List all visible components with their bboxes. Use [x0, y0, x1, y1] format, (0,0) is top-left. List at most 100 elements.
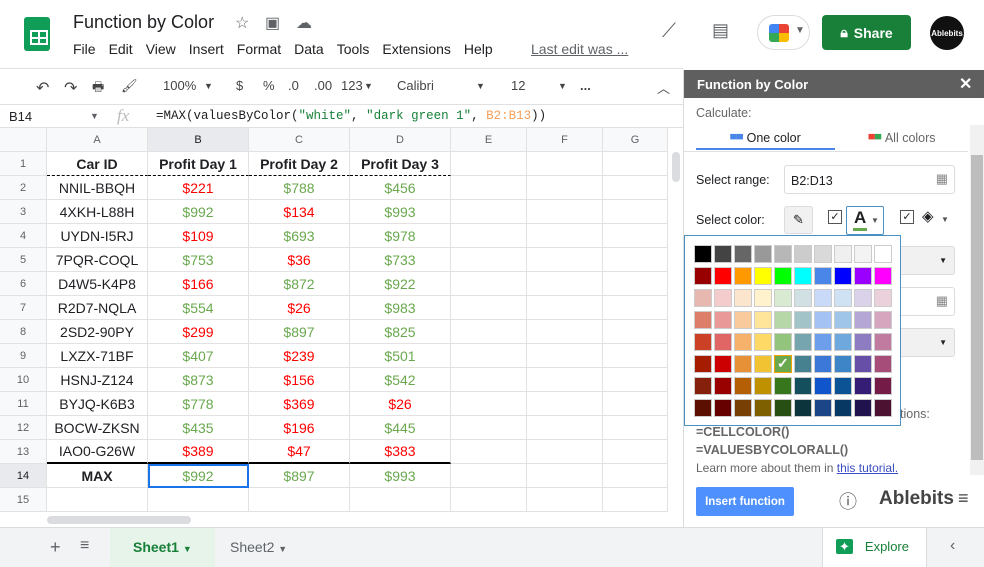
tutorial-link[interactable]: this tutorial. — [837, 461, 898, 475]
column-header-F[interactable]: F — [527, 128, 603, 152]
table-cell[interactable]: $788 — [249, 176, 350, 200]
color-swatch[interactable] — [774, 311, 792, 329]
table-cell[interactable]: $156 — [249, 368, 350, 392]
color-swatch[interactable] — [814, 333, 832, 351]
cell[interactable] — [603, 368, 668, 392]
star-icon[interactable]: ☆ — [235, 13, 249, 33]
table-cell[interactable]: 4XKH-L88H — [47, 200, 148, 224]
tab-one-color[interactable]: ▀▀ One color — [696, 124, 835, 150]
color-swatch[interactable] — [834, 355, 852, 373]
comment-icon[interactable]: ▤ — [712, 20, 729, 41]
color-swatch[interactable] — [874, 377, 892, 395]
grid-select-icon[interactable]: ▦ — [936, 293, 948, 309]
color-swatch[interactable] — [854, 333, 872, 351]
cell[interactable] — [527, 488, 603, 512]
header-cell[interactable]: Profit Day 3 — [350, 152, 451, 176]
column-header-G[interactable]: G — [603, 128, 668, 152]
color-swatch[interactable] — [814, 311, 832, 329]
max-cell[interactable]: MAX — [47, 464, 148, 488]
number-format-select[interactable]: 123 — [341, 78, 363, 93]
table-cell[interactable]: $542 — [350, 368, 451, 392]
color-swatch[interactable] — [714, 311, 732, 329]
color-swatch[interactable] — [834, 377, 852, 395]
color-swatch[interactable] — [854, 377, 872, 395]
avatar[interactable]: Ablebits — [930, 16, 964, 50]
color-swatch[interactable] — [714, 333, 732, 351]
explore-button[interactable]: ✦ Explore — [822, 528, 927, 567]
row-header-12[interactable]: 12 — [0, 416, 47, 440]
row-header-11[interactable]: 11 — [0, 392, 47, 416]
menu-tools[interactable]: Tools — [337, 41, 370, 57]
table-cell[interactable]: $693 — [249, 224, 350, 248]
row-header-1[interactable]: 1 — [0, 152, 47, 176]
table-cell[interactable]: $166 — [148, 272, 249, 296]
chevron-down-icon[interactable]: ▼ — [941, 215, 949, 224]
color-swatch[interactable] — [714, 399, 732, 417]
color-swatch[interactable] — [774, 289, 792, 307]
cell[interactable] — [603, 416, 668, 440]
all-sheets-icon[interactable]: ≡ — [80, 537, 89, 555]
color-swatch[interactable] — [774, 267, 792, 285]
color-swatch[interactable] — [814, 267, 832, 285]
color-swatch[interactable] — [874, 311, 892, 329]
table-cell[interactable]: $369 — [249, 392, 350, 416]
color-swatch[interactable] — [814, 289, 832, 307]
row-header-6[interactable]: 6 — [0, 272, 47, 296]
font-color-checkbox[interactable]: ✓ — [828, 210, 842, 224]
panel-scrollbar[interactable] — [970, 125, 984, 475]
cell[interactable] — [527, 152, 603, 176]
cell[interactable] — [603, 248, 668, 272]
cell[interactable] — [527, 416, 603, 440]
row-header-5[interactable]: 5 — [0, 248, 47, 272]
cell[interactable] — [603, 272, 668, 296]
color-swatch[interactable] — [694, 399, 712, 417]
menu-file[interactable]: File — [73, 41, 96, 57]
table-cell[interactable]: NNIL-BBQH — [47, 176, 148, 200]
table-cell[interactable]: LXZX-71BF — [47, 344, 148, 368]
cell[interactable] — [603, 224, 668, 248]
cell[interactable] — [451, 272, 527, 296]
table-cell[interactable]: $36 — [249, 248, 350, 272]
color-swatch[interactable] — [714, 267, 732, 285]
table-cell[interactable]: $554 — [148, 296, 249, 320]
row-header-15[interactable]: 15 — [0, 488, 47, 512]
color-swatch[interactable] — [814, 377, 832, 395]
cell[interactable] — [527, 368, 603, 392]
color-swatch[interactable] — [794, 289, 812, 307]
menu-help[interactable]: Help — [464, 41, 493, 57]
cell[interactable] — [451, 392, 527, 416]
corner-select-all[interactable] — [0, 128, 47, 152]
color-swatch[interactable] — [694, 333, 712, 351]
grid-select-icon[interactable]: ▦ — [936, 171, 948, 187]
zoom-select[interactable]: 100% — [163, 78, 196, 93]
cell[interactable] — [451, 176, 527, 200]
color-swatch[interactable] — [734, 355, 752, 373]
vertical-scrollbar[interactable] — [672, 152, 680, 182]
cell[interactable] — [451, 464, 527, 488]
color-swatch[interactable] — [874, 333, 892, 351]
table-cell[interactable]: $753 — [148, 248, 249, 272]
font-color-picker[interactable]: A ▼ — [846, 206, 884, 235]
color-swatch[interactable] — [834, 311, 852, 329]
cell[interactable] — [148, 488, 249, 512]
cloud-status-icon[interactable]: ☁ — [296, 13, 312, 33]
cell[interactable] — [527, 344, 603, 368]
color-swatch[interactable] — [694, 377, 712, 395]
table-cell[interactable]: $993 — [350, 200, 451, 224]
table-cell[interactable]: $983 — [350, 296, 451, 320]
color-swatch[interactable] — [734, 267, 752, 285]
doc-title[interactable]: Function by Color — [73, 12, 214, 33]
help-info-icon[interactable]: ⓘ — [839, 488, 857, 514]
table-cell[interactable]: $978 — [350, 224, 451, 248]
color-swatch[interactable] — [734, 333, 752, 351]
menu-edit[interactable]: Edit — [109, 41, 133, 57]
name-box[interactable]: B14 — [9, 109, 32, 124]
table-cell[interactable]: 7PQR-COQL — [47, 248, 148, 272]
color-swatch[interactable] — [774, 399, 792, 417]
horizontal-scrollbar[interactable] — [47, 516, 191, 524]
cell[interactable] — [603, 488, 668, 512]
color-swatch[interactable] — [854, 355, 872, 373]
cell[interactable] — [603, 152, 668, 176]
color-swatch[interactable] — [694, 311, 712, 329]
font-size-select[interactable]: 12 — [511, 78, 525, 93]
